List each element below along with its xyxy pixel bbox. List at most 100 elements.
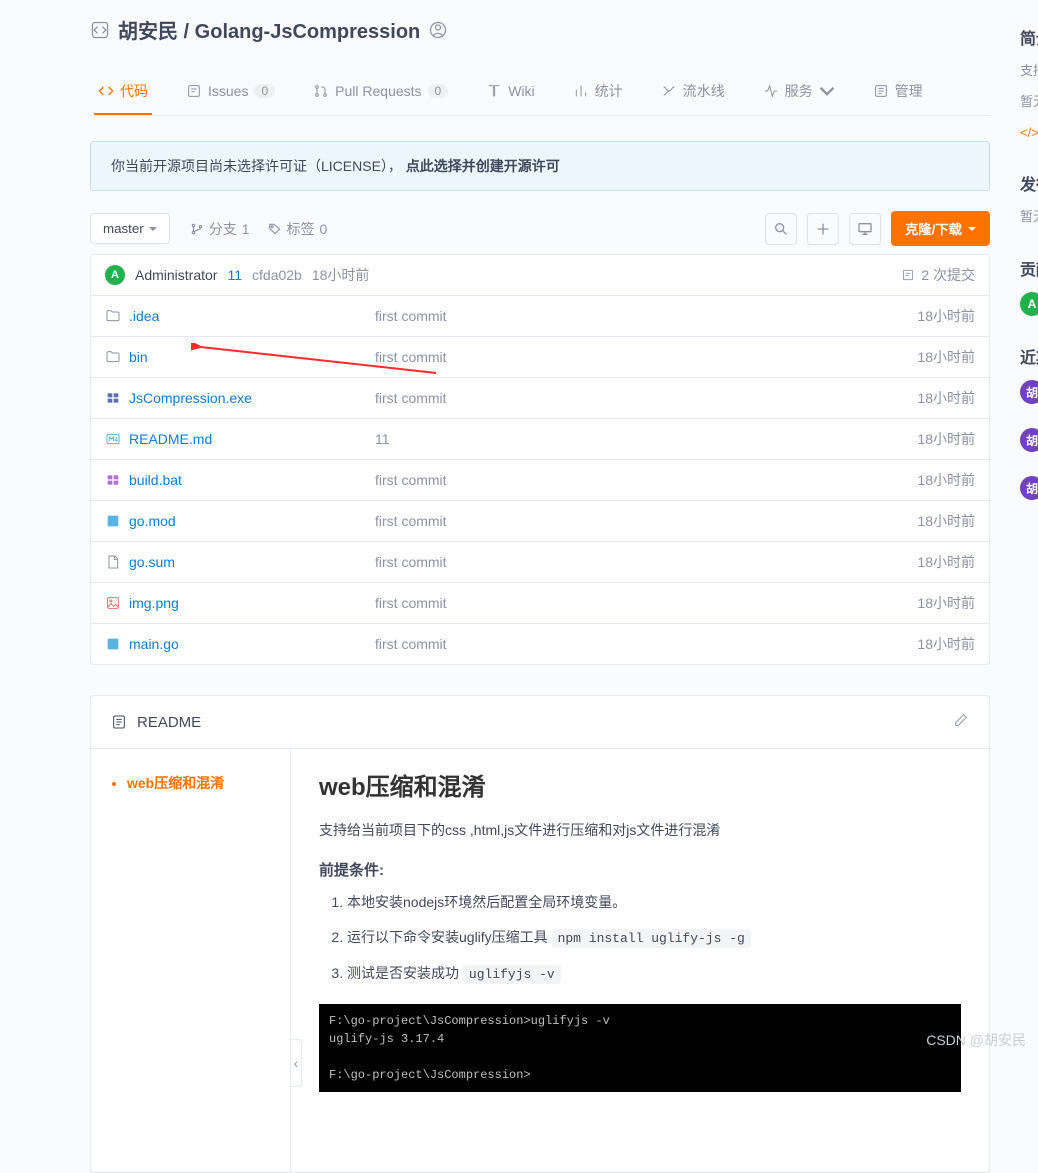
file-name-link[interactable]: build.bat	[105, 472, 375, 488]
side-intro-text: 支持给当前项目下的css ,html,js文件进行压缩和对js文件进行混淆	[1020, 61, 1038, 82]
side-contrib-heading: 贡献者	[1020, 256, 1038, 280]
file-type-icon	[105, 431, 121, 447]
tab-stats[interactable]: 统计	[569, 69, 627, 115]
search-icon	[773, 221, 789, 237]
terminal-output: F:\go-project\JsCompression>uglifyjs -v …	[319, 1004, 961, 1092]
contributor-avatar[interactable]: A	[1020, 292, 1038, 316]
side-intro-heading: 简介	[1020, 25, 1038, 49]
readme-list-item: 运行以下命令安装uglify压缩工具 npm install uglify-js…	[347, 925, 961, 950]
file-name-link[interactable]: README.md	[105, 431, 375, 447]
file-type-icon	[105, 390, 121, 406]
file-row: main.gofirst commit18小时前	[91, 624, 989, 664]
commit-time: 18小时前	[312, 265, 370, 285]
file-type-icon	[105, 554, 121, 570]
repo-toolbar: master 分支 1 标签 0 克隆/下载	[90, 211, 990, 246]
file-type-icon	[105, 595, 121, 611]
chevron-down-icon	[819, 83, 835, 99]
commit-message[interactable]: 11	[227, 267, 242, 283]
file-commit-msg[interactable]: first commit	[375, 308, 917, 324]
tag-icon	[268, 222, 282, 236]
file-type-icon	[105, 349, 121, 365]
file-row: go.modfirst commit18小时前	[91, 501, 989, 542]
readme-card: README web压缩和混淆 ‹ web压缩和混淆 支持给当前项目下的css …	[90, 695, 990, 1173]
commit-sha[interactable]: cfda02b	[252, 267, 302, 283]
file-name-link[interactable]: go.mod	[105, 513, 375, 529]
license-choose-link[interactable]: 点此选择并创建开源许可	[406, 158, 560, 174]
file-row: build.batfirst commit18小时前	[91, 460, 989, 501]
file-row: JsCompression.exefirst commit18小时前	[91, 378, 989, 419]
file-name-link[interactable]: bin	[105, 349, 375, 365]
toc-collapse-handle[interactable]: ‹	[290, 1039, 302, 1087]
file-name-link[interactable]: JsCompression.exe	[105, 390, 375, 406]
tags-link[interactable]: 标签 0	[268, 219, 328, 239]
file-commit-msg[interactable]: first commit	[375, 513, 917, 529]
edit-icon	[953, 712, 969, 728]
search-button[interactable]	[765, 213, 797, 245]
history-icon	[901, 268, 915, 282]
tab-pipeline[interactable]: 流水线	[657, 69, 729, 115]
readme-toc: web压缩和混淆 ‹	[91, 749, 291, 1172]
readme-edit-button[interactable]	[953, 712, 969, 732]
clone-download-button[interactable]: 克隆/下载	[891, 211, 990, 246]
file-time: 18小时前	[917, 593, 975, 613]
file-row: README.md1118小时前	[91, 419, 989, 460]
tab-manage[interactable]: 管理	[869, 69, 927, 115]
side-release-heading: 发行版	[1020, 171, 1038, 195]
file-type-icon	[105, 513, 121, 529]
tab-service[interactable]: 服务	[759, 69, 839, 115]
file-time: 18小时前	[917, 511, 975, 531]
tab-wiki[interactable]: Wiki	[482, 69, 538, 115]
repo-tabs: 代码 Issues 0 Pull Requests 0 Wiki 统计 流水线 …	[90, 69, 990, 116]
activity-avatar[interactable]: 胡	[1020, 428, 1038, 452]
branch-select[interactable]: master	[90, 213, 170, 244]
latest-commit: A Administrator 11 cfda02b 18小时前 2 次提交	[90, 254, 990, 296]
caret-down-icon	[149, 225, 157, 233]
file-time: 18小时前	[917, 429, 975, 449]
side-recent-heading: 近期动态	[1020, 344, 1038, 368]
file-time: 18小时前	[917, 306, 975, 326]
readme-content: web压缩和混淆 支持给当前项目下的css ,html,js文件进行压缩和对js…	[291, 749, 989, 1172]
activity-avatar[interactable]: 胡	[1020, 380, 1038, 404]
manage-icon	[873, 83, 889, 99]
file-row: go.sumfirst commit18小时前	[91, 542, 989, 583]
activity-avatar[interactable]: 胡	[1020, 476, 1038, 500]
repo-owner-link[interactable]: 胡安民	[118, 21, 178, 43]
side-no-labels: 暂无标签	[1020, 92, 1038, 113]
issues-icon	[186, 83, 202, 99]
code-icon	[98, 83, 114, 99]
file-time: 18小时前	[917, 347, 975, 367]
toc-item[interactable]: web压缩和混淆	[127, 773, 290, 793]
branch-icon	[190, 222, 204, 236]
tab-issues[interactable]: Issues 0	[182, 69, 279, 115]
file-type-icon	[105, 308, 121, 324]
file-row: img.pngfirst commit18小时前	[91, 583, 989, 624]
file-commit-msg[interactable]: first commit	[375, 595, 917, 611]
file-commit-msg[interactable]: first commit	[375, 554, 917, 570]
file-name-link[interactable]: go.sum	[105, 554, 375, 570]
webide-button[interactable]	[849, 213, 881, 245]
readme-list-item: 测试是否安装成功 uglifyjs -v	[347, 961, 961, 986]
file-list: .ideafirst commit18小时前binfirst commit18小…	[90, 296, 990, 665]
file-name-link[interactable]: img.png	[105, 595, 375, 611]
tab-pull-requests[interactable]: Pull Requests 0	[309, 69, 452, 115]
file-name-link[interactable]: .idea	[105, 308, 375, 324]
watermark: CSDN @胡安民	[926, 1030, 1026, 1050]
file-name-link[interactable]: main.go	[105, 636, 375, 652]
issues-count-badge: 0	[254, 84, 275, 98]
file-commit-msg[interactable]: first commit	[375, 636, 917, 652]
add-button[interactable]	[807, 213, 839, 245]
caret-down-icon	[968, 225, 976, 233]
file-row: .ideafirst commit18小时前	[91, 296, 989, 337]
file-commit-msg[interactable]: 11	[375, 431, 917, 447]
file-commit-msg[interactable]: first commit	[375, 472, 917, 488]
commit-user[interactable]: Administrator	[135, 267, 217, 283]
commit-avatar: A	[105, 265, 125, 285]
repo-name-link[interactable]: Golang-JsCompression	[195, 21, 421, 43]
file-commit-msg[interactable]: first commit	[375, 349, 917, 365]
file-commit-msg[interactable]: first commit	[375, 390, 917, 406]
commits-count-link[interactable]: 2 次提交	[901, 265, 975, 285]
donate-icon[interactable]	[428, 20, 448, 40]
tab-code[interactable]: 代码	[94, 69, 152, 115]
branches-link[interactable]: 分支 1	[190, 219, 250, 239]
license-notice: 你当前开源项目尚未选择许可证（LICENSE）， 点此选择并创建开源许可	[90, 141, 990, 191]
